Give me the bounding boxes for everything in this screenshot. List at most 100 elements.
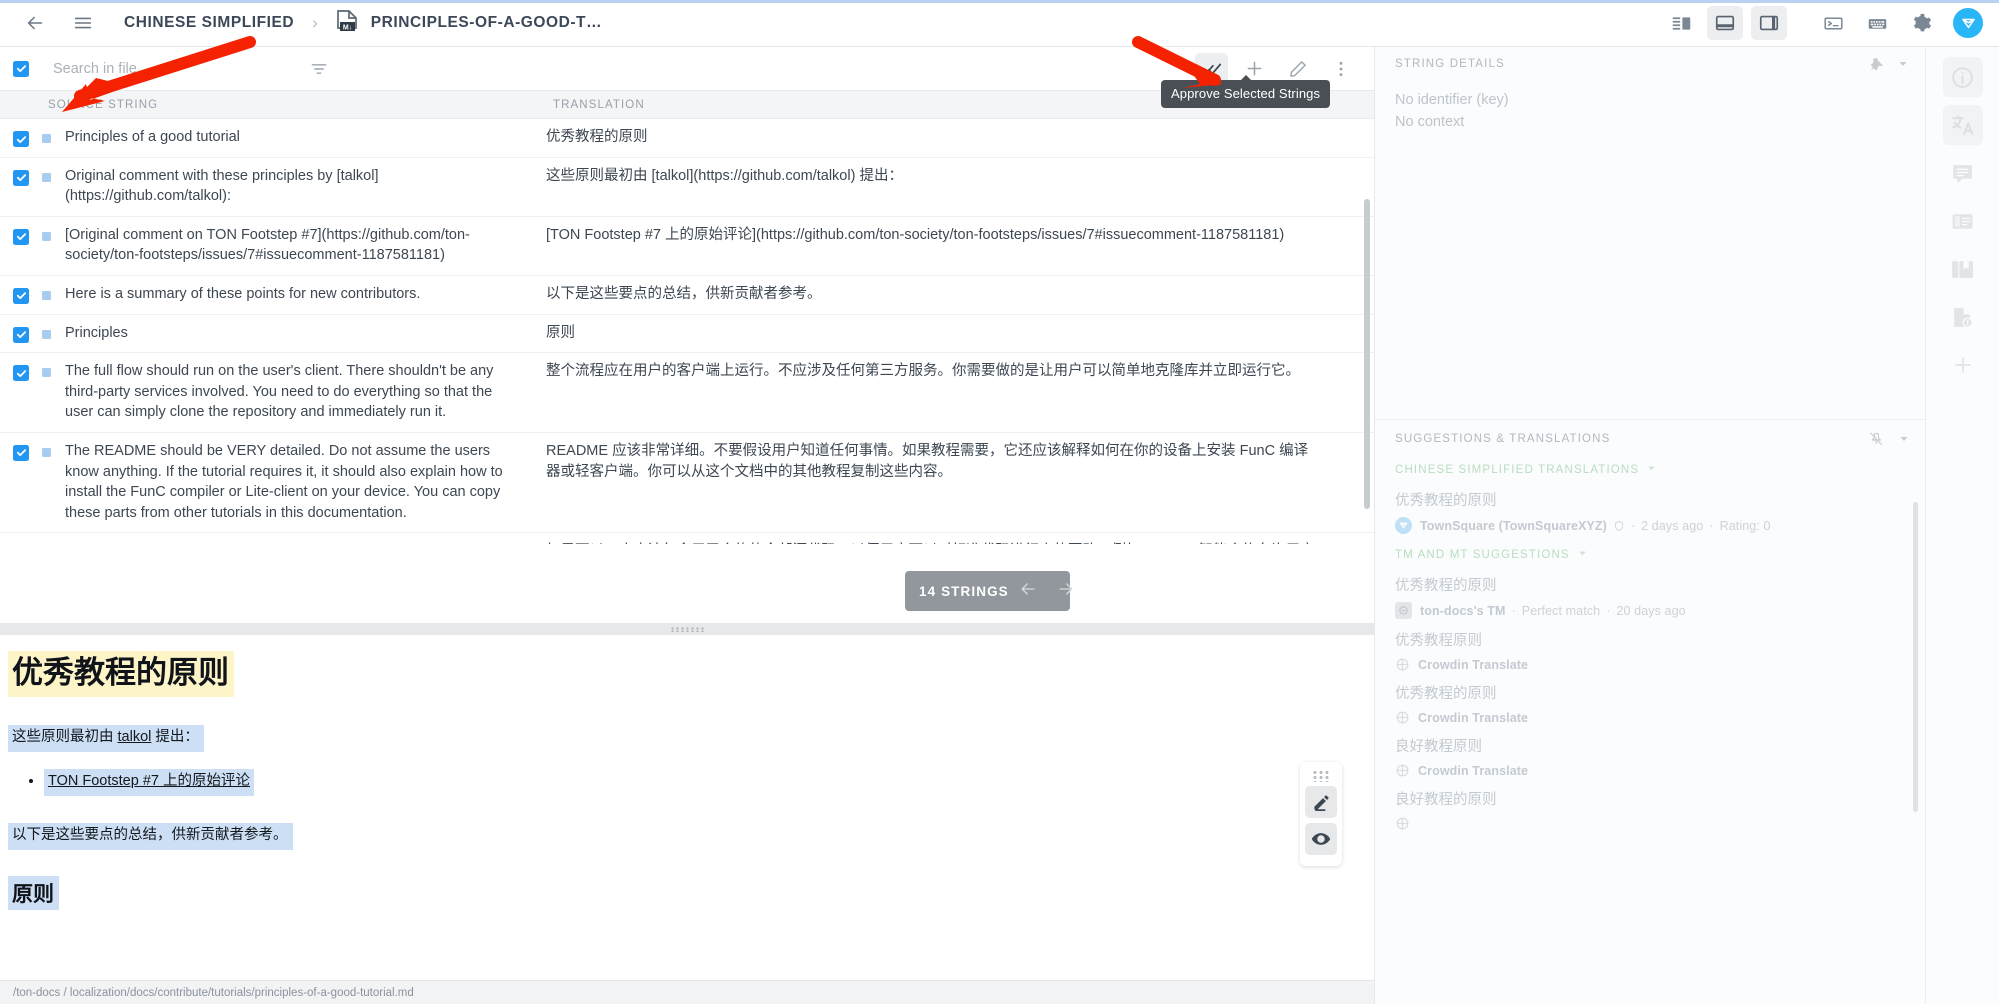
string-details-header: STRING DETAILS — [1375, 47, 1925, 81]
preview-heading: 优秀教程的原则 — [8, 651, 234, 698]
translation-text[interactable]: [TON Footstep #7 上的原始评论](https://github.… — [529, 217, 1329, 275]
source-string-text[interactable]: It would be good if the repository inclu… — [51, 533, 529, 544]
drag-handle-icon[interactable] — [1312, 770, 1330, 782]
chevron-down-icon[interactable] — [1897, 58, 1909, 70]
suggestions-list[interactable]: CHINESE SIMPLIFIED TRANSLATIONS 优秀教程的原则 To… — [1375, 449, 1926, 1004]
suggestion-meta-row: ton-docs's TM · Perfect match · 20 days ago — [1395, 602, 1906, 619]
row-checkbox[interactable] — [0, 217, 29, 275]
view-preview-button[interactable] — [1305, 823, 1337, 855]
next-string-arrow-icon[interactable] — [1047, 579, 1085, 604]
column-header-source: SOURCE STRING — [48, 99, 159, 111]
strings-list[interactable]: Principles of a good tutorial 优秀教程的原则 Orig… — [0, 119, 1374, 544]
table-row[interactable]: Principles of a good tutorial 优秀教程的原则 — [0, 119, 1374, 158]
translation-text[interactable]: 原则 — [529, 315, 1329, 353]
translation-text[interactable]: README 应该非常详细。不要假设用户知道任何事情。如果教程需要，它还应该解释… — [529, 433, 1329, 532]
preview-paragraph: 这些原则最初由 talkol 提出： — [8, 725, 204, 753]
meta-separator: · — [1511, 603, 1516, 618]
table-row[interactable]: Principles 原则 — [0, 315, 1374, 354]
row-checkbox[interactable] — [0, 119, 29, 157]
vertical-layout-icon[interactable] — [1751, 6, 1787, 40]
source-string-text[interactable]: The full flow should run on the user's c… — [51, 353, 529, 432]
suggestions-scrollbar[interactable] — [1913, 502, 1918, 812]
suggestion-meta-secondary: 20 days ago — [1616, 603, 1686, 618]
breadcrumb-language[interactable]: CHINESE SIMPLIFIED — [124, 14, 294, 32]
select-all-strings-checkbox[interactable] — [13, 60, 29, 77]
table-row[interactable]: It would be good if the repository inclu… — [0, 533, 1374, 544]
keyboard-shortcuts-icon[interactable] — [1859, 6, 1895, 40]
row-status-indicator — [42, 172, 51, 182]
suggestion-item[interactable]: 良好教程的原则 — [1375, 778, 1926, 831]
source-string-text[interactable]: Here is a summary of these points for ne… — [51, 276, 529, 314]
translation-text[interactable]: 如果可以，库应该包含用于合约的全部源代码，以便用户可以对标准代码进行小的更改。例… — [529, 533, 1329, 544]
side-by-side-view-icon[interactable] — [1663, 6, 1699, 40]
row-checkbox[interactable] — [0, 433, 29, 532]
chevron-down-icon[interactable] — [1646, 461, 1657, 479]
panel-splitter[interactable] — [0, 623, 1374, 635]
chevron-down-icon[interactable] — [1577, 546, 1588, 564]
preview-list-item-link[interactable]: TON Footstep #7 上的原始评论 — [44, 769, 254, 796]
strings-count-label: 14 STRINGS — [919, 583, 1009, 599]
string-details-actions — [1853, 56, 1909, 72]
previous-string-arrow-icon[interactable] — [1009, 579, 1047, 604]
suggestion-translation-text: 优秀教程原则 — [1395, 633, 1482, 649]
suggestion-meta: 2 days ago — [1641, 518, 1704, 533]
breadcrumb-separator: › — [312, 13, 318, 32]
file-path-bar: /ton-docs / localization/docs/contribute… — [0, 980, 1374, 1004]
suggestion-item[interactable]: 良好教程原则 Crowdin Translate — [1375, 725, 1926, 778]
user-avatar[interactable] — [1953, 8, 1983, 38]
hamburger-menu-icon[interactable] — [66, 6, 100, 40]
unpin-icon[interactable] — [1868, 431, 1884, 447]
suggestion-group-header[interactable]: CHINESE SIMPLIFIED TRANSLATIONS — [1375, 449, 1926, 479]
filter-icon[interactable] — [309, 59, 329, 79]
translation-text[interactable]: 这些原则最初由 [talkol](https://github.com/talk… — [529, 158, 1329, 216]
splitter-grip[interactable] — [670, 626, 704, 632]
screenshots-icon[interactable] — [1943, 201, 1983, 241]
table-row[interactable]: The README should be VERY detailed. Do n… — [0, 433, 1374, 534]
table-row[interactable]: Here is a summary of these points for ne… — [0, 276, 1374, 315]
translate-icon[interactable] — [1942, 105, 1983, 145]
translation-text[interactable]: 优秀教程的原则 — [529, 119, 1329, 157]
settings-gear-icon[interactable] — [1903, 6, 1939, 40]
more-options-button[interactable] — [1324, 53, 1357, 84]
suggestion-item[interactable]: 优秀教程的原则 ton-docs's TM · Perfect match · 20 da… — [1375, 564, 1926, 619]
suggestion-meta-row: Crowdin Translate — [1395, 763, 1906, 778]
suggestion-item[interactable]: 优秀教程的原则 Crowdin Translate — [1375, 672, 1926, 725]
suggestion-item[interactable]: 优秀教程的原则 TownSquare (TownSquareXYZ) · 2 days… — [1375, 479, 1926, 534]
preview-paragraph-link[interactable]: talkol — [118, 729, 152, 745]
source-string-text[interactable]: Principles of a good tutorial — [51, 119, 529, 157]
table-row[interactable]: [Original comment on TON Footstep #7](ht… — [0, 217, 1374, 276]
editor-column: SOURCE STRING TRANSLATION Principles of … — [0, 47, 1374, 1004]
source-string-text[interactable]: Principles — [51, 315, 529, 353]
glossary-icon[interactable] — [1943, 249, 1983, 289]
string-context: No context — [1395, 114, 1465, 130]
back-arrow-icon[interactable] — [18, 6, 52, 40]
table-row[interactable]: The full flow should run on the user's c… — [0, 353, 1374, 433]
source-string-text[interactable]: [Original comment on TON Footstep #7](ht… — [51, 217, 529, 275]
row-checkbox[interactable] — [0, 158, 29, 216]
row-checkbox[interactable] — [0, 276, 29, 314]
chevron-down-icon[interactable] — [1898, 433, 1910, 445]
suggestion-group-header[interactable]: TM AND MT SUGGESTIONS — [1375, 534, 1926, 564]
preview-list-item: TON Footstep #7 上的原始评论 — [44, 769, 1374, 796]
meta-separator: · — [1630, 518, 1636, 533]
breadcrumb-file-name[interactable]: PRINCIPLES-OF-A-GOOD-T… — [371, 14, 602, 32]
add-panel-icon[interactable] — [1943, 345, 1983, 385]
horizontal-layout-icon[interactable] — [1707, 6, 1743, 40]
info-icon[interactable] — [1942, 57, 1983, 97]
row-checkbox[interactable] — [0, 315, 29, 353]
pin-icon[interactable] — [1867, 56, 1883, 72]
suggestion-item[interactable]: 优秀教程原则 Crowdin Translate — [1375, 619, 1926, 672]
terminal-icon[interactable] — [1815, 6, 1851, 40]
file-context-icon[interactable] — [1943, 297, 1983, 337]
source-string-text[interactable]: Original comment with these principles b… — [51, 158, 529, 216]
table-row[interactable]: Original comment with these principles b… — [0, 158, 1374, 217]
edit-preview-button[interactable] — [1305, 786, 1337, 818]
translation-text[interactable]: 以下是这些要点的总结，供新贡献者参考。 — [529, 276, 1329, 314]
translation-text[interactable]: 整个流程应在用户的客户端上运行。不应涉及任何第三方服务。你需要做的是让用户可以简… — [529, 353, 1329, 432]
source-string-text[interactable]: The README should be VERY detailed. Do n… — [51, 433, 529, 532]
row-checkbox[interactable] — [0, 533, 29, 544]
comments-icon[interactable] — [1943, 153, 1983, 193]
search-input[interactable] — [53, 60, 263, 77]
strings-list-scrollbar[interactable] — [1364, 199, 1370, 509]
row-checkbox[interactable] — [0, 353, 29, 432]
